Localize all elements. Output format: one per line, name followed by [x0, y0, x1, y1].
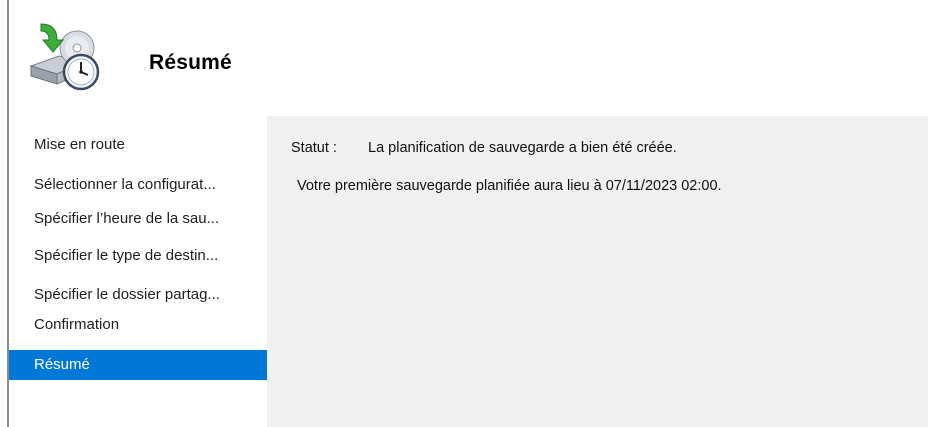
summary-content-panel: Statut : La planification de sauvegarde a… — [267, 116, 928, 427]
wizard-header: Résumé — [9, 0, 928, 116]
next-backup-message: Votre première sauvegarde planifiée aura… — [297, 178, 722, 194]
step-resume[interactable]: Résumé — [9, 350, 267, 380]
wizard-steps-sidebar: Mise en route Sélectionner la configurat… — [9, 116, 267, 427]
step-label: Mise en route — [34, 136, 125, 153]
step-specifier-type-destination[interactable]: Spécifier le type de destin... — [9, 241, 267, 271]
page-title: Résumé — [149, 51, 232, 74]
step-confirmation[interactable]: Confirmation — [9, 310, 267, 340]
step-label: Spécifier l’heure de la sau... — [34, 210, 220, 227]
step-label: Spécifier le type de destin... — [34, 247, 219, 264]
step-mise-en-route[interactable]: Mise en route — [9, 130, 267, 160]
step-label: Sélectionner la configurat... — [34, 176, 216, 193]
step-selectionner-configuration[interactable]: Sélectionner la configurat... — [9, 170, 267, 200]
step-label: Résumé — [34, 356, 90, 373]
step-label: Spécifier le dossier partag... — [34, 286, 220, 303]
step-specifier-heure[interactable]: Spécifier l’heure de la sau... — [9, 204, 267, 234]
status-row: Statut : La planification de sauvegarde a… — [291, 140, 677, 156]
backup-schedule-icon — [27, 18, 107, 98]
step-label: Confirmation — [34, 316, 120, 333]
status-label: Statut : — [291, 140, 337, 156]
status-value: La planification de sauvegarde a bien ét… — [368, 140, 677, 156]
step-specifier-dossier-partage[interactable]: Spécifier le dossier partag... — [9, 280, 267, 310]
